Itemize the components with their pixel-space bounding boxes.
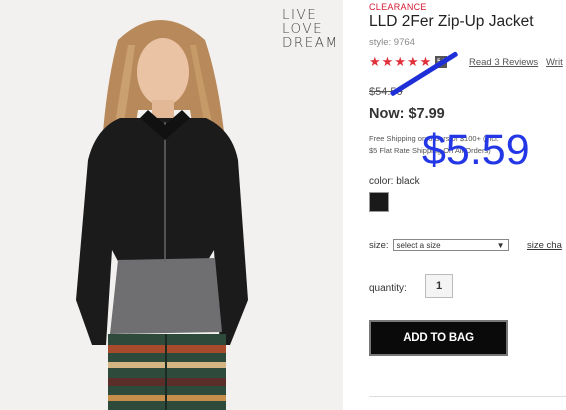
- star-icon: ★: [381, 54, 394, 69]
- product-info-panel: CLEARANCE LLD 2Fer Zip-Up Jacket style: …: [369, 0, 566, 410]
- size-select-value: select a size: [396, 240, 441, 250]
- read-reviews-link[interactable]: Read 3 Reviews: [469, 57, 538, 68]
- brand-line: LOVE: [282, 21, 324, 37]
- clearance-badge: CLEARANCE: [369, 2, 427, 12]
- size-label: size:: [369, 239, 389, 251]
- star-icon: ★: [369, 54, 381, 69]
- model-illustration: [76, 20, 248, 410]
- color-label: color: black: [369, 176, 420, 187]
- brand-logo: LIVE LOVE DREAM: [282, 8, 338, 50]
- brand-line: LIVE: [282, 7, 318, 23]
- add-to-bag-button[interactable]: ADD TO BAG: [369, 320, 508, 356]
- quantity-input[interactable]: 1: [425, 274, 453, 298]
- brand-line: DREAM: [282, 35, 339, 51]
- star-icon: ★: [394, 54, 406, 69]
- new-price-annotation: $5.59: [422, 126, 530, 174]
- dropdown-arrow-icon: ▼: [496, 240, 505, 250]
- divider: [369, 396, 566, 397]
- color-swatch-black[interactable]: [369, 192, 389, 212]
- size-select[interactable]: select a size ▼: [392, 239, 509, 251]
- quantity-label: quantity:: [369, 283, 407, 294]
- sale-price: Now: $7.99: [369, 106, 445, 122]
- write-review-link[interactable]: Writ: [546, 57, 563, 68]
- style-number: style: 9764: [369, 37, 415, 48]
- star-icon: ★: [406, 54, 419, 69]
- product-photo[interactable]: LIVE LOVE DREAM: [0, 0, 343, 410]
- product-title: LLD 2Fer Zip-Up Jacket: [369, 13, 534, 30]
- size-chart-link[interactable]: size cha: [527, 240, 562, 251]
- size-row: size: select a size ▼: [369, 239, 509, 251]
